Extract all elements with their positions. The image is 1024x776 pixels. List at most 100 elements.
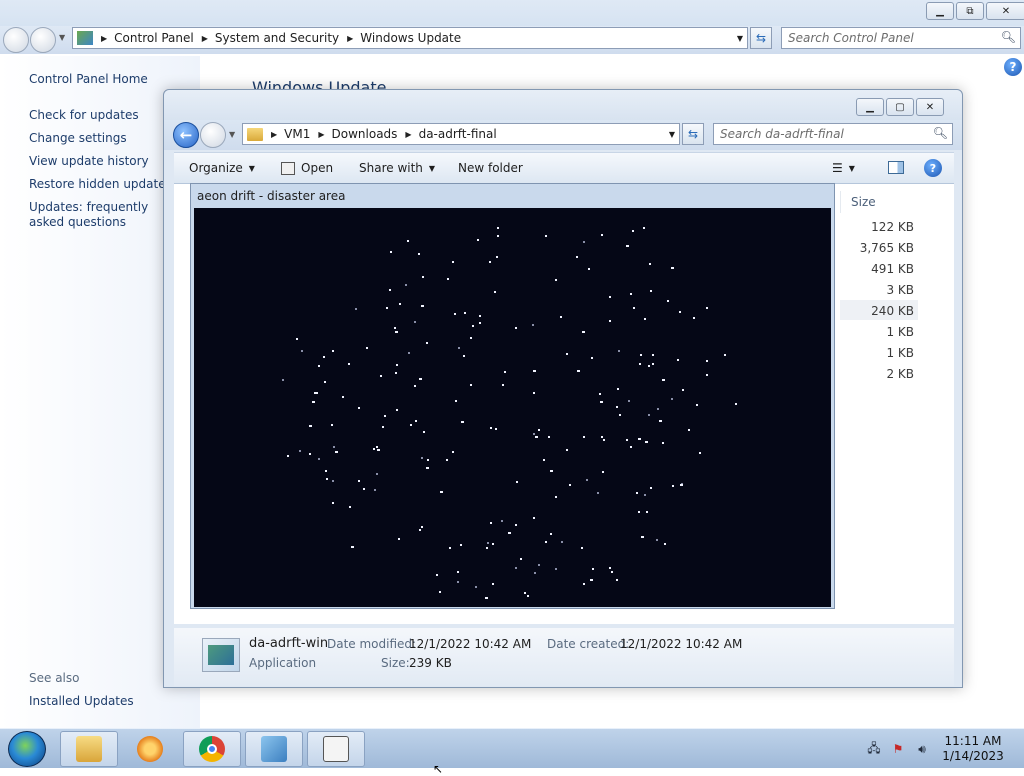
star-particle <box>461 421 464 423</box>
share-with-button[interactable]: Share with ▼ <box>359 161 435 175</box>
explorer-refresh-button[interactable]: ⇆ <box>682 123 704 145</box>
media-player-icon <box>137 736 163 762</box>
sidebar-item-check-for-updates[interactable]: Check for updates <box>29 108 139 123</box>
breadcrumb-downloads[interactable]: Downloads <box>332 127 398 141</box>
breadcrumb-da-adrft-final[interactable]: da-adrft-final <box>419 127 497 141</box>
star-particle <box>735 403 737 405</box>
star-particle <box>332 350 334 352</box>
minimize-button[interactable]: ▁ <box>926 2 954 20</box>
breadcrumb-arrow-icon[interactable]: ▶ <box>101 34 107 43</box>
taskbar-game-button[interactable] <box>307 731 365 767</box>
star-particle <box>296 338 298 340</box>
star-particle <box>545 541 547 543</box>
sidebar-item-updates-faq[interactable]: Updates: frequently asked questions <box>29 200 169 230</box>
preview-pane-button[interactable] <box>888 161 904 174</box>
star-particle <box>405 284 407 286</box>
file-size-cell[interactable]: 3,765 KB <box>844 241 914 255</box>
star-particle <box>644 318 646 320</box>
game-canvas[interactable] <box>194 208 831 607</box>
star-particle <box>659 420 662 422</box>
breadcrumb-windows-update[interactable]: Windows Update <box>360 31 461 45</box>
breadcrumb-arrow-icon[interactable]: ▶ <box>202 34 208 43</box>
star-particle <box>490 522 492 524</box>
file-size-cell[interactable]: 240 KB <box>844 304 914 318</box>
start-orb-icon[interactable] <box>8 731 46 767</box>
star-particle <box>407 240 409 242</box>
volume-icon[interactable]: 🔊︎ <box>914 741 930 757</box>
breadcrumb-control-panel[interactable]: Control Panel <box>114 31 194 45</box>
sidebar-item-control-panel-home[interactable]: Control Panel Home <box>29 72 148 87</box>
taskbar-explorer-button[interactable] <box>60 731 118 767</box>
breadcrumb-arrow-icon[interactable]: ▶ <box>318 130 324 139</box>
star-particle <box>577 370 580 372</box>
file-size-cell[interactable]: 3 KB <box>844 283 914 297</box>
star-particle <box>333 446 335 448</box>
explorer-recent-chevron-icon[interactable]: ▼ <box>229 130 235 139</box>
close-button[interactable]: ✕ <box>986 2 1024 20</box>
network-icon[interactable]: 🖧︎ <box>866 741 882 757</box>
breadcrumb-arrow-icon[interactable]: ▶ <box>271 130 277 139</box>
star-particle <box>318 458 320 460</box>
control-panel-address-bar[interactable]: ▶ Control Panel ▶ System and Security ▶ … <box>72 27 748 49</box>
change-view-button[interactable]: ☰ ▼ <box>832 161 855 175</box>
recent-pages-chevron-icon[interactable]: ▼ <box>59 33 65 42</box>
explorer-address-bar[interactable]: ▶ VM1 ▶ Downloads ▶ da-adrft-final ▼ <box>242 123 680 145</box>
breadcrumb-vm1[interactable]: VM1 <box>284 127 310 141</box>
file-size-cell[interactable]: 1 KB <box>844 346 914 360</box>
explorer-address-chevron-icon[interactable]: ▼ <box>669 130 675 139</box>
sidebar-item-restore-hidden-updates[interactable]: Restore hidden updates <box>29 177 172 192</box>
size-column-header[interactable]: Size <box>840 191 954 213</box>
forward-button[interactable] <box>30 27 56 53</box>
explorer-forward-button[interactable] <box>200 122 226 148</box>
explorer-back-button[interactable]: ← <box>173 122 199 148</box>
tray-clock[interactable]: 11:11 AM 1/14/2023 <box>940 734 1006 764</box>
star-particle <box>538 564 540 566</box>
search-icon[interactable]: 🔍︎ <box>1001 30 1016 44</box>
star-particle <box>583 583 585 585</box>
star-particle <box>652 363 654 365</box>
sidebar-item-change-settings[interactable]: Change settings <box>29 131 127 146</box>
control-panel-search-input[interactable]: Search Control Panel 🔍︎ <box>781 27 1021 49</box>
organize-button[interactable]: Organize ▼ <box>189 161 255 175</box>
game-window[interactable]: aeon drift - disaster area <box>190 183 835 609</box>
sidebar-item-view-update-history[interactable]: View update history <box>29 154 149 169</box>
explorer-help-button[interactable]: ? <box>924 159 942 177</box>
search-icon[interactable]: 🔍︎ <box>933 126 948 140</box>
file-size-cell[interactable]: 122 KB <box>844 220 914 234</box>
star-particle <box>516 481 518 483</box>
star-particle <box>486 547 488 549</box>
star-particle <box>363 488 365 490</box>
file-size-cell[interactable]: 491 KB <box>844 262 914 276</box>
back-button[interactable] <box>3 27 29 53</box>
restore-button[interactable]: ⧉ <box>956 2 984 20</box>
address-dropdown-chevron-icon[interactable]: ▼ <box>737 34 743 43</box>
help-icon[interactable]: ? <box>1004 58 1022 76</box>
explorer-close-button[interactable]: ✕ <box>916 98 944 116</box>
explorer-search-input[interactable]: Search da-adrft-final 🔍︎ <box>713 123 953 145</box>
taskbar-chrome-button[interactable] <box>183 731 241 767</box>
breadcrumb-arrow-icon[interactable]: ▶ <box>405 130 411 139</box>
sidebar-item-installed-updates[interactable]: Installed Updates <box>29 694 134 709</box>
tray-time: 11:11 AM <box>944 734 1002 748</box>
new-folder-button[interactable]: New folder <box>458 161 523 175</box>
control-panel-caption-buttons: ▁ ⧉ ✕ <box>926 2 1024 20</box>
star-particle <box>644 494 646 496</box>
taskbar-control-panel-button[interactable] <box>245 731 303 767</box>
open-button[interactable]: Open <box>281 161 333 175</box>
breadcrumb-system-and-security[interactable]: System and Security <box>215 31 339 45</box>
star-particle <box>358 407 360 409</box>
refresh-button[interactable]: ⇆ <box>750 27 772 49</box>
explorer-minimize-button[interactable]: ▁ <box>856 98 884 116</box>
file-size-cell[interactable]: 2 KB <box>844 367 914 381</box>
explorer-maximize-button[interactable]: ▢ <box>886 98 914 116</box>
action-center-icon[interactable]: ⚑ <box>890 741 906 757</box>
star-particle <box>601 234 603 236</box>
star-particle <box>706 374 708 376</box>
file-size-cell[interactable]: 1 KB <box>844 325 914 339</box>
taskbar-media-player-button[interactable] <box>121 731 179 767</box>
breadcrumb-arrow-icon[interactable]: ▶ <box>347 34 353 43</box>
star-particle <box>576 256 578 258</box>
share-with-label: Share with <box>359 161 423 175</box>
star-particle <box>693 317 695 319</box>
star-particle <box>309 425 312 427</box>
